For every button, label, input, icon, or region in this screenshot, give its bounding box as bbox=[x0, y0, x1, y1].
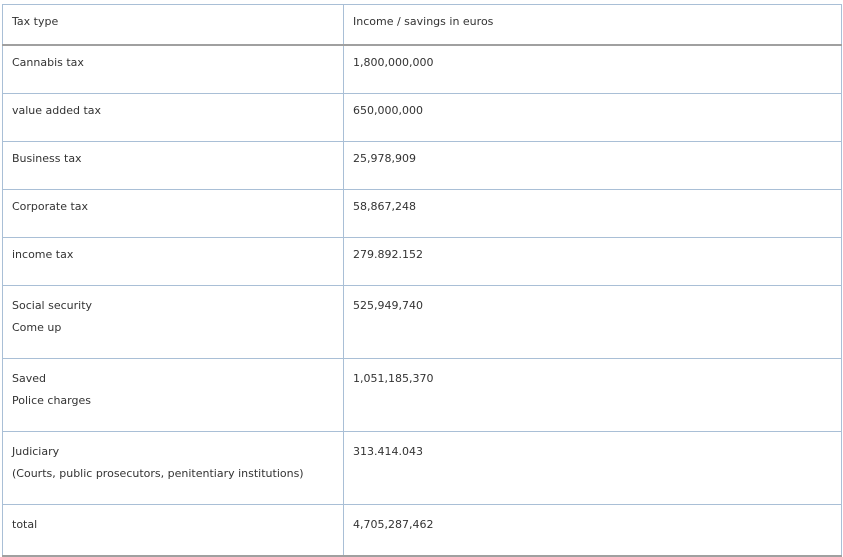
tax-type-cell: Social security Come up bbox=[2, 285, 344, 359]
tax-type-label: value added tax bbox=[12, 104, 102, 117]
tax-type-label: Business tax bbox=[12, 152, 82, 165]
tax-type-label: Saved bbox=[12, 372, 46, 385]
table-row: Business tax 25,978,909 bbox=[2, 141, 842, 190]
amount-cell: 58,867,248 bbox=[343, 189, 842, 238]
tax-income-table: Tax type Income / savings in euros Canna… bbox=[2, 4, 842, 557]
tax-type-label: Cannabis tax bbox=[12, 56, 84, 69]
tax-type-cell: Cannabis tax bbox=[2, 44, 344, 94]
table-row: Corporate tax 58,867,248 bbox=[2, 189, 842, 238]
tax-type-label: Social security bbox=[12, 299, 93, 312]
table-row: Cannabis tax 1,800,000,000 bbox=[2, 44, 842, 94]
tax-type-label: Corporate tax bbox=[12, 200, 89, 213]
tax-type-label-line-2: Come up bbox=[12, 321, 62, 334]
table-header-row: Tax type Income / savings in euros bbox=[2, 4, 842, 46]
tax-type-label: income tax bbox=[12, 248, 74, 261]
tax-type-cell: Judiciary (Courts, public prosecutors, p… bbox=[2, 431, 344, 505]
tax-type-label-line-2: Police charges bbox=[12, 394, 91, 407]
table-row: income tax 279.892.152 bbox=[2, 237, 842, 286]
tax-type-cell: value added tax bbox=[2, 93, 344, 142]
tax-type-cell: income tax bbox=[2, 237, 344, 286]
amount-cell: 1,800,000,000 bbox=[343, 44, 842, 94]
table-row: Saved Police charges 1,051,185,370 bbox=[2, 358, 842, 432]
tax-type-label-line-2: (Courts, public prosecutors, penitentiar… bbox=[12, 467, 304, 480]
tax-type-label: Judiciary bbox=[12, 445, 60, 458]
tax-type-cell: Saved Police charges bbox=[2, 358, 344, 432]
amount-cell: 650,000,000 bbox=[343, 93, 842, 142]
tax-type-cell: Corporate tax bbox=[2, 189, 344, 238]
amount-cell: 1,051,185,370 bbox=[343, 358, 842, 432]
tax-type-cell: total bbox=[2, 504, 344, 557]
header-tax-type: Tax type bbox=[2, 4, 344, 46]
table-row: value added tax 650,000,000 bbox=[2, 93, 842, 142]
total-amount-cell: 4,705,287,462 bbox=[343, 504, 842, 557]
amount-cell: 25,978,909 bbox=[343, 141, 842, 190]
amount-cell: 525,949,740 bbox=[343, 285, 842, 359]
total-label: total bbox=[12, 518, 38, 531]
header-income-savings: Income / savings in euros bbox=[343, 4, 842, 46]
amount-cell: 313.414.043 bbox=[343, 431, 842, 505]
table-row: Social security Come up 525,949,740 bbox=[2, 285, 842, 359]
table-total-row: total 4,705,287,462 bbox=[2, 504, 842, 557]
tax-type-cell: Business tax bbox=[2, 141, 344, 190]
table-row: Judiciary (Courts, public prosecutors, p… bbox=[2, 431, 842, 505]
amount-cell: 279.892.152 bbox=[343, 237, 842, 286]
